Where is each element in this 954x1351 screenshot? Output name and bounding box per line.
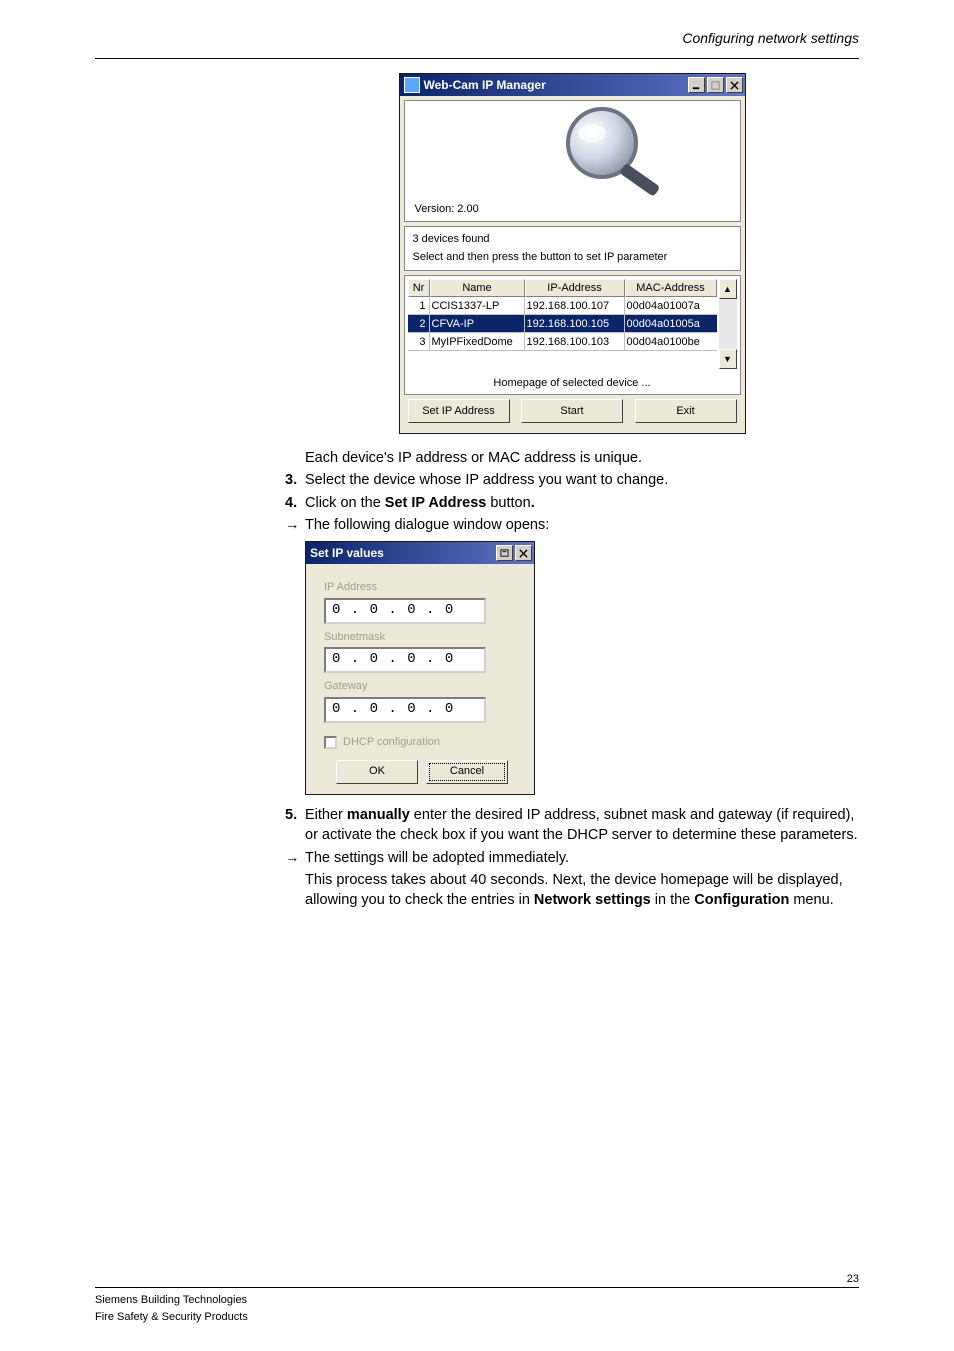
close-icon[interactable]: [726, 77, 743, 93]
ip-manager-banner: Version: 2.00: [404, 100, 741, 222]
maximize-icon: [707, 77, 724, 93]
dialog-opens-text: The following dialogue window opens:: [305, 515, 549, 535]
result-arrow-icon: →: [285, 848, 305, 868]
status-panel: 3 devices found Select and then press th…: [404, 226, 741, 271]
col-nr[interactable]: Nr: [408, 279, 430, 297]
scroll-down-icon[interactable]: ▼: [719, 349, 737, 369]
ip-manager-titlebar[interactable]: Web-Cam IP Manager: [400, 74, 745, 96]
step-5-number: 5.: [285, 805, 305, 846]
result-arrow-icon: →: [285, 515, 305, 535]
ip-address-label: IP Address: [324, 580, 520, 595]
col-ip[interactable]: IP-Address: [525, 279, 625, 297]
body-unique-note: Each device's IP address or MAC address …: [305, 448, 859, 468]
step-5-text: Either manually enter the desired IP add…: [305, 805, 859, 846]
settings-adopted-text: The settings will be adopted immediately…: [305, 848, 569, 868]
table-row[interactable]: 3 MyIPFixedDome 192.168.100.103 00d04a01…: [408, 333, 717, 351]
ip-address-field[interactable]: 0 . 0 . 0 . 0: [324, 598, 486, 624]
set-ip-titlebar[interactable]: Set IP values: [306, 542, 534, 564]
app-icon: [404, 77, 420, 93]
cancel-button[interactable]: Cancel: [426, 760, 508, 784]
scroll-up-icon[interactable]: ▲: [719, 279, 737, 299]
ip-manager-window: Web-Cam IP Manager: [399, 73, 746, 434]
status-instruction: Select and then press the button to set …: [413, 249, 732, 267]
exit-button[interactable]: Exit: [635, 399, 737, 423]
step-4-number: 4.: [285, 493, 305, 513]
close-icon[interactable]: [515, 545, 532, 561]
table-row[interactable]: 2 CFVA-IP 192.168.100.105 00d04a01005a: [408, 315, 717, 333]
table-scrollbar[interactable]: ▲ ▼: [719, 279, 737, 369]
subnetmask-label: Subnetmask: [324, 630, 520, 645]
homepage-label: Homepage of selected device ...: [408, 369, 737, 391]
footer-org-1: Siemens Building Technologies: [95, 1292, 248, 1309]
step-3-text: Select the device whose IP address you w…: [305, 470, 668, 490]
set-ip-address-button[interactable]: Set IP Address: [408, 399, 510, 423]
help-icon[interactable]: [496, 545, 513, 561]
scroll-track[interactable]: [719, 299, 737, 349]
ok-button[interactable]: OK: [336, 760, 418, 784]
process-note: This process takes about 40 seconds. Nex…: [305, 870, 859, 911]
table-row[interactable]: 1 CCIS1337-LP 192.168.100.107 00d04a0100…: [408, 297, 717, 315]
footer-org-2: Fire Safety & Security Products: [95, 1309, 248, 1326]
dhcp-label: DHCP configuration: [343, 735, 440, 750]
start-button[interactable]: Start: [521, 399, 623, 423]
step-3-number: 3.: [285, 470, 305, 490]
gateway-label: Gateway: [324, 679, 520, 694]
page-number: 23: [847, 1271, 859, 1288]
col-mac[interactable]: MAC-Address: [625, 279, 717, 297]
version-label: Version: 2.00: [415, 203, 479, 215]
devices-found-label: 3 devices found: [413, 231, 732, 249]
device-table: Nr Name IP-Address MAC-Address 1 CCIS133…: [404, 275, 741, 395]
set-ip-window: Set IP values IP Address 0 . 0 . 0 . 0 S…: [305, 541, 535, 795]
col-name[interactable]: Name: [430, 279, 525, 297]
footer-rule: [95, 1287, 859, 1288]
set-ip-title: Set IP values: [310, 545, 496, 562]
page-header-caption: Configuring network settings: [95, 30, 859, 46]
step-4-text: Click on the Set IP Address button.: [305, 493, 535, 513]
magnifier-icon: [554, 103, 674, 199]
dhcp-checkbox[interactable]: [324, 736, 337, 749]
minimize-icon[interactable]: [688, 77, 705, 93]
ip-manager-title: Web-Cam IP Manager: [424, 78, 688, 92]
gateway-field[interactable]: 0 . 0 . 0 . 0: [324, 697, 486, 723]
subnetmask-field[interactable]: 0 . 0 . 0 . 0: [324, 647, 486, 673]
